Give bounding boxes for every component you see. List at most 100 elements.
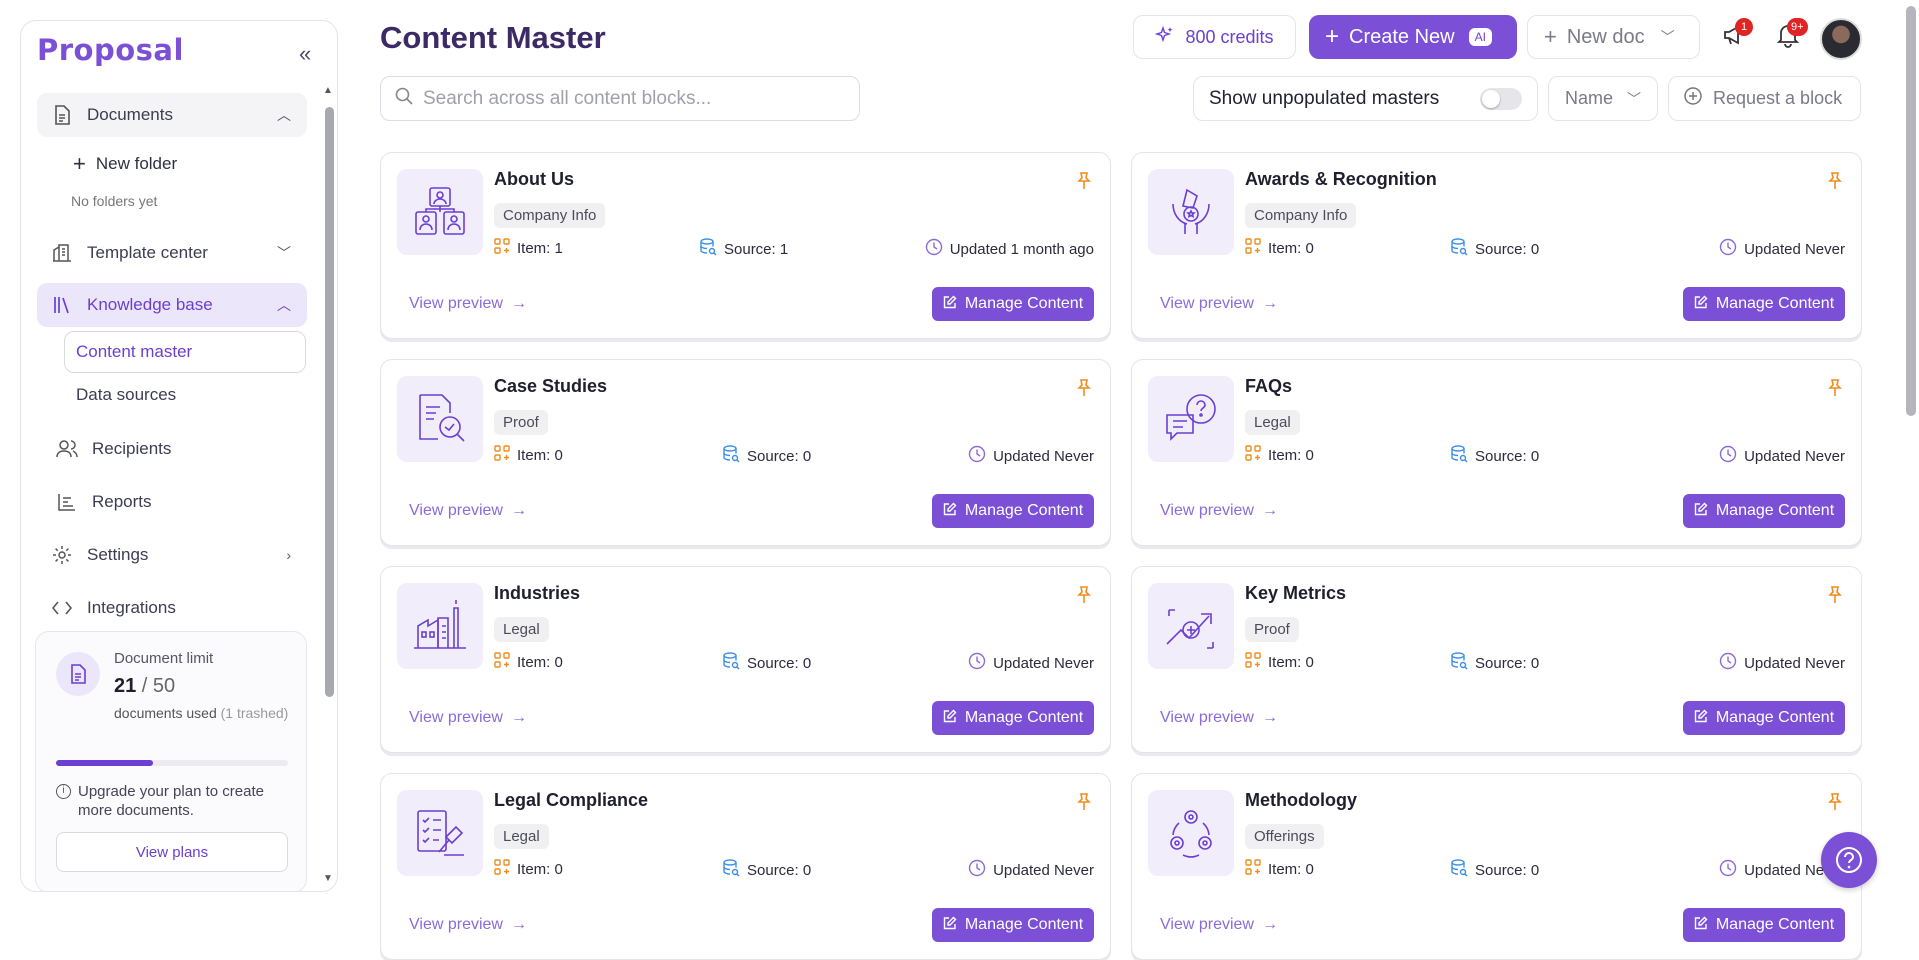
manage-content-button[interactable]: Manage Content xyxy=(1683,908,1845,942)
users-icon xyxy=(56,438,78,460)
view-preview-link[interactable]: View preview → xyxy=(409,916,527,934)
view-preview-link[interactable]: View preview → xyxy=(1160,709,1278,727)
app-logo[interactable]: Proposal xyxy=(37,33,184,67)
pin-icon[interactable] xyxy=(1074,585,1094,605)
page-title: Content Master xyxy=(380,20,606,55)
view-preview-link[interactable]: View preview → xyxy=(1160,502,1278,520)
manage-content-button[interactable]: Manage Content xyxy=(1683,701,1845,735)
content-block-card[interactable]: About Us Company Info Item: 1 Source: 1 … xyxy=(380,152,1111,339)
search-box[interactable] xyxy=(380,76,860,121)
sidebar-item-recipients[interactable]: Recipients xyxy=(42,427,312,471)
items-icon xyxy=(494,652,510,672)
manage-content-button[interactable]: Manage Content xyxy=(1683,494,1845,528)
pin-icon[interactable] xyxy=(1825,171,1845,191)
scroll-down-arrow-icon[interactable]: ▼ xyxy=(323,873,333,884)
manage-content-button[interactable]: Manage Content xyxy=(932,701,1094,735)
view-plans-button[interactable]: View plans xyxy=(56,832,288,872)
manage-content-button[interactable]: Manage Content xyxy=(1683,287,1845,321)
notification-bell-icon[interactable]: 9+ xyxy=(1775,18,1808,52)
sidebar-item-reports[interactable]: Reports xyxy=(42,480,312,524)
chevron-down-icon: ﹀ xyxy=(1627,90,1642,107)
manage-content-button[interactable]: Manage Content xyxy=(932,287,1094,321)
arrow-right-icon: → xyxy=(1261,295,1278,312)
view-preview-link[interactable]: View preview → xyxy=(409,709,527,727)
content-block-card[interactable]: Key Metrics Proof Item: 0 Source: 0 Upda… xyxy=(1131,566,1862,753)
pin-icon[interactable] xyxy=(1074,378,1094,398)
growth-icon xyxy=(1148,583,1234,669)
code-icon xyxy=(51,597,73,619)
item-count-text: Item: 0 xyxy=(1268,653,1314,671)
sidebar-item-documents[interactable]: Documents ︿ xyxy=(37,93,307,137)
edit-icon xyxy=(943,502,957,521)
show-unpopulated-toggle[interactable] xyxy=(1480,88,1522,110)
new-folder-button[interactable]: + New folder xyxy=(73,151,177,177)
no-folders-text: No folders yet xyxy=(71,193,158,209)
card-title: Legal Compliance xyxy=(494,790,649,810)
item-count: Item: 0 xyxy=(494,652,563,672)
manage-content-button[interactable]: Manage Content xyxy=(932,494,1094,528)
sidebar-item-integrations[interactable]: Integrations xyxy=(37,586,307,630)
updated-text: Updated Never xyxy=(993,861,1094,879)
content-block-card[interactable]: FAQs Legal Item: 0 Source: 0 Updated Nev… xyxy=(1131,359,1862,546)
new-doc-button[interactable]: + New doc ﹀ xyxy=(1527,15,1700,59)
view-preview-link[interactable]: View preview → xyxy=(409,502,527,520)
arrow-right-icon: → xyxy=(510,295,527,312)
source-count: Source: 0 xyxy=(1450,859,1539,881)
new-doc-label: New doc xyxy=(1566,25,1645,48)
content-block-card[interactable]: Case Studies Proof Item: 0 Source: 0 Upd… xyxy=(380,359,1111,546)
pin-icon[interactable] xyxy=(1825,378,1845,398)
credits-button[interactable]: 800 credits xyxy=(1133,15,1296,59)
request-block-button[interactable]: Request a block xyxy=(1668,76,1861,121)
plus-circle-icon xyxy=(1683,86,1703,111)
category-tag: Company Info xyxy=(494,203,606,228)
content-block-card[interactable]: Legal Compliance Legal Item: 0 Source: 0… xyxy=(380,773,1111,960)
team-icon xyxy=(397,169,483,255)
content-block-card[interactable]: Industries Legal Item: 0 Source: 0 Updat… xyxy=(380,566,1111,753)
sidebar-item-data-sources[interactable]: Data sources xyxy=(76,385,176,405)
content-block-card[interactable]: Awards & Recognition Company Info Item: … xyxy=(1131,152,1862,339)
trashed-label: (1 trashed) xyxy=(220,705,289,721)
sidebar-item-settings[interactable]: Settings › xyxy=(37,533,307,577)
scroll-up-arrow-icon[interactable]: ▲ xyxy=(323,85,333,96)
sidebar-item-template-center[interactable]: Template center ﹀ xyxy=(37,231,307,275)
collapse-sidebar-icon[interactable]: « xyxy=(299,41,311,67)
edit-icon xyxy=(1694,709,1708,728)
clock-icon xyxy=(968,445,986,467)
items-icon xyxy=(1245,652,1261,672)
create-new-button[interactable]: + Create New AI xyxy=(1309,15,1517,59)
documents-used-text: documents used (1 trashed) xyxy=(114,704,294,723)
manage-content-button[interactable]: Manage Content xyxy=(932,908,1094,942)
category-tag: Company Info xyxy=(1245,203,1357,228)
updated-status: Updated Never xyxy=(1719,238,1845,260)
user-avatar[interactable] xyxy=(1820,18,1862,60)
sidebar-item-label: Integrations xyxy=(87,598,176,617)
show-unpopulated-toggle-row[interactable]: Show unpopulated masters xyxy=(1193,76,1538,121)
clock-icon xyxy=(968,859,986,881)
view-preview-link[interactable]: View preview → xyxy=(1160,295,1278,313)
view-preview-link[interactable]: View preview → xyxy=(1160,916,1278,934)
view-preview-label: View preview xyxy=(409,502,503,519)
pin-icon[interactable] xyxy=(1074,792,1094,812)
sort-dropdown[interactable]: Name ﹀ xyxy=(1548,76,1658,121)
help-button[interactable] xyxy=(1821,832,1877,888)
search-input[interactable] xyxy=(423,87,843,110)
source-count-text: Source: 0 xyxy=(1475,654,1540,672)
database-search-icon xyxy=(1450,859,1468,881)
clock-icon xyxy=(1719,652,1737,674)
clock-icon xyxy=(1719,238,1737,260)
pin-icon[interactable] xyxy=(1825,792,1845,812)
page-scrollbar[interactable] xyxy=(1906,6,1916,416)
sidebar-item-content-master[interactable]: Content master xyxy=(64,331,306,373)
upgrade-text: Upgrade your plan to create more documen… xyxy=(78,783,264,819)
sidebar-item-knowledge-base[interactable]: Knowledge base ︿ xyxy=(37,283,307,327)
announcement-icon[interactable]: 1 xyxy=(1721,18,1753,52)
pin-icon[interactable] xyxy=(1825,585,1845,605)
manage-content-label: Manage Content xyxy=(1715,709,1835,726)
view-preview-link[interactable]: View preview → xyxy=(409,295,527,313)
sidebar-scrollbar[interactable] xyxy=(325,107,334,697)
content-block-card[interactable]: Methodology Offerings Item: 0 Source: 0 … xyxy=(1131,773,1862,960)
manage-content-label: Manage Content xyxy=(964,295,1084,312)
chevron-down-icon: ﹀ xyxy=(277,245,291,261)
pin-icon[interactable] xyxy=(1074,171,1094,191)
item-count: Item: 0 xyxy=(494,445,563,465)
